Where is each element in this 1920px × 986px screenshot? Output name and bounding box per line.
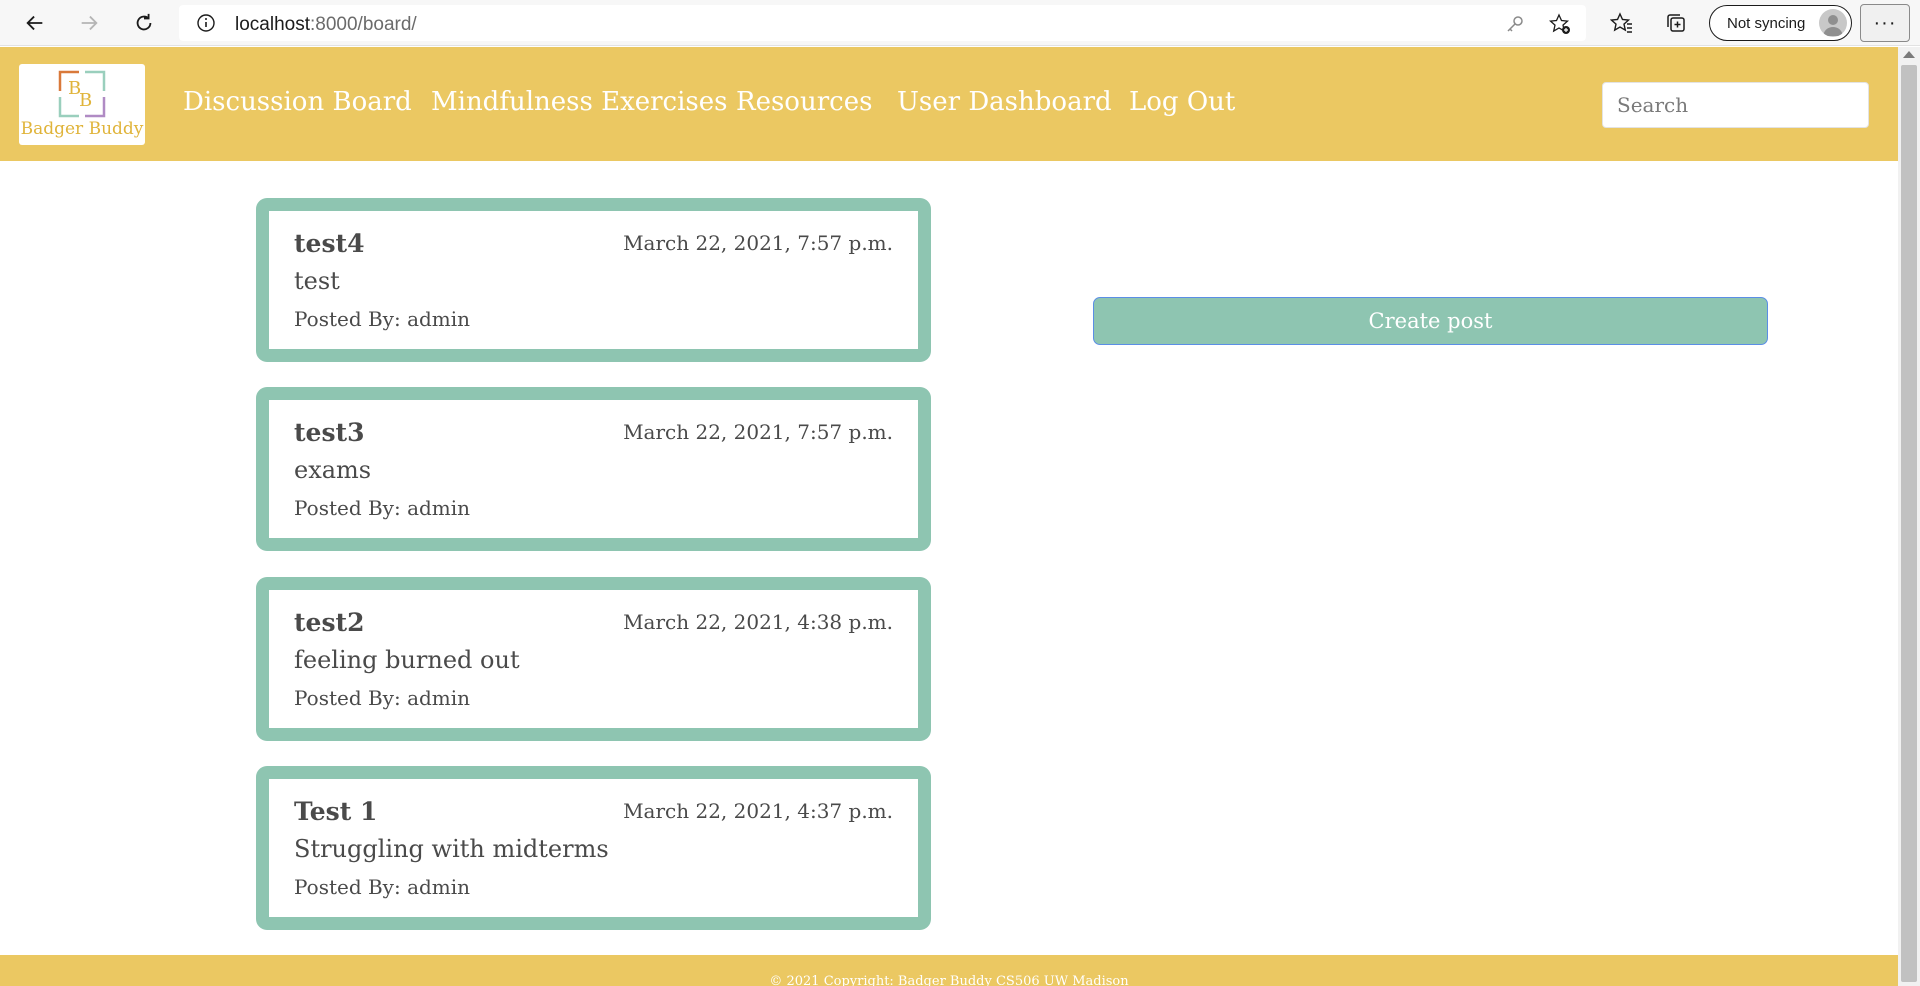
post-title[interactable]: test2 xyxy=(294,608,364,637)
add-favorite-icon[interactable] xyxy=(1549,13,1571,35)
post-card[interactable]: Test 1 March 22, 2021, 4:37 p.m. Struggl… xyxy=(256,766,931,930)
post-body: feeling burned out xyxy=(294,646,520,674)
reload-button[interactable] xyxy=(127,6,161,40)
svg-text:B: B xyxy=(79,90,92,111)
post-title[interactable]: test3 xyxy=(294,418,364,447)
nav-discussion-board[interactable]: Discussion Board xyxy=(183,87,412,117)
collections-icon[interactable] xyxy=(1664,11,1688,35)
url-text[interactable]: localhost:8000/board/ xyxy=(235,14,417,36)
post-author: Posted By: admin xyxy=(294,875,471,899)
site-footer: © 2021 Copyright: Badger Buddy CS506 UW … xyxy=(0,955,1898,986)
post-date: March 22, 2021, 4:38 p.m. xyxy=(623,610,893,634)
post-author: Posted By: admin xyxy=(294,496,471,520)
reload-icon xyxy=(136,13,152,31)
back-arrow-icon xyxy=(26,15,43,31)
post-card[interactable]: test2 March 22, 2021, 4:38 p.m. feeling … xyxy=(256,577,931,741)
logo-text: Badger Buddy xyxy=(20,119,144,139)
create-post-button[interactable]: Create post xyxy=(1093,297,1768,345)
post-author: Posted By: admin xyxy=(294,307,471,331)
search-input[interactable] xyxy=(1602,82,1869,128)
page-scrollbar[interactable] xyxy=(1898,47,1920,986)
post-title[interactable]: Test 1 xyxy=(294,797,377,826)
post-title[interactable]: test4 xyxy=(294,229,364,258)
nav-resources[interactable]: Resources xyxy=(736,87,872,117)
user-avatar-icon xyxy=(1823,15,1843,36)
settings-more-button[interactable]: ··· xyxy=(1860,4,1910,42)
url-path: :8000/board/ xyxy=(310,14,417,35)
post-card[interactable]: test4 March 22, 2021, 7:57 p.m. test Pos… xyxy=(256,198,931,362)
post-body: exams xyxy=(294,456,372,484)
scroll-up-arrow-icon[interactable] xyxy=(1903,51,1915,58)
nav-mindfulness-exercises[interactable]: Mindfulness Exercises xyxy=(431,87,728,117)
site-logo[interactable]: B B Badger Buddy xyxy=(19,64,145,145)
post-card[interactable]: test3 March 22, 2021, 7:57 p.m. exams Po… xyxy=(256,387,931,551)
forward-button[interactable] xyxy=(72,6,106,40)
forward-arrow-icon xyxy=(81,15,98,31)
avatar xyxy=(1819,9,1847,37)
nav-log-out[interactable]: Log Out xyxy=(1129,87,1235,117)
post-author: Posted By: admin xyxy=(294,686,471,710)
scrollbar-thumb[interactable] xyxy=(1901,65,1917,982)
post-date: March 22, 2021, 7:57 p.m. xyxy=(623,231,893,255)
footer-copyright: © 2021 Copyright: Badger Buddy CS506 UW … xyxy=(769,974,1129,986)
more-icon: ··· xyxy=(1873,11,1897,34)
site-navbar: B B Badger Buddy Discussion Board Mindfu… xyxy=(0,47,1898,161)
post-body: test xyxy=(294,267,340,295)
post-body: Struggling with midterms xyxy=(294,835,609,863)
address-bar[interactable]: localhost:8000/board/ xyxy=(179,5,1586,41)
info-icon[interactable] xyxy=(196,13,216,33)
key-icon[interactable] xyxy=(1504,13,1526,35)
nav-user-dashboard[interactable]: User Dashboard xyxy=(897,87,1112,117)
url-host: localhost xyxy=(235,14,310,35)
post-date: March 22, 2021, 7:57 p.m. xyxy=(623,420,893,444)
browser-toolbar: localhost:8000/board/ Not syncing ··· xyxy=(0,0,1920,46)
back-button[interactable] xyxy=(18,6,52,40)
post-date: March 22, 2021, 4:37 p.m. xyxy=(623,799,893,823)
sync-status-label: Not syncing xyxy=(1727,15,1806,32)
logo-monogram-icon: B B xyxy=(58,70,106,118)
favorites-icon[interactable] xyxy=(1610,11,1634,35)
profile-sync-button[interactable]: Not syncing xyxy=(1709,5,1852,41)
